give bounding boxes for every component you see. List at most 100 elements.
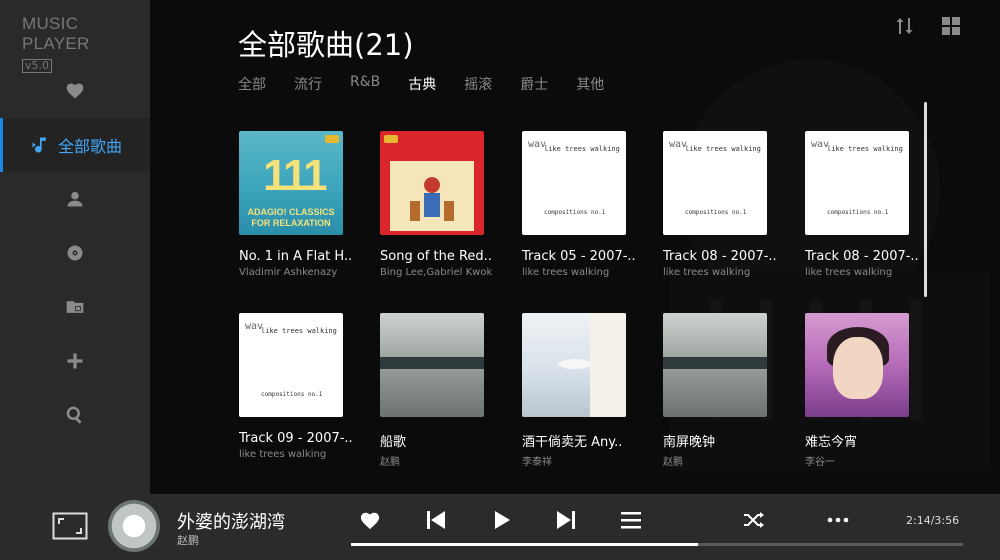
music-note-icon (32, 137, 46, 153)
song-artist: 赵鹏 (380, 457, 400, 468)
sort-icon[interactable] (895, 16, 915, 36)
sidebar-item-folders[interactable] (0, 280, 150, 334)
song-card[interactable]: 酒干倘卖无 Any.. 李泰祥 (522, 313, 642, 468)
song-title: Track 09 - 2007-.. (239, 431, 353, 446)
more-dots-icon (827, 517, 849, 523)
sidebar-item-artists[interactable] (0, 172, 150, 226)
album-cover (522, 313, 626, 417)
play-icon (495, 511, 510, 529)
page-title: 全部歌曲(21) (238, 28, 414, 62)
cover-line1: like trees walking (544, 145, 620, 153)
previous-button[interactable] (424, 508, 448, 532)
sidebar-item-all-songs[interactable]: 全部歌曲 (0, 118, 150, 172)
song-card[interactable]: wav like trees walking compositions no.1… (663, 131, 783, 278)
playlist-button[interactable] (619, 508, 643, 532)
shuffle-button[interactable] (742, 508, 766, 532)
song-artist: 李泰祥 (522, 457, 552, 468)
album-cover: wav like trees walking compositions no.1 (805, 131, 909, 235)
heart-icon (360, 512, 380, 530)
main-content: 全部歌曲(21) 全部 流行 R&B 古典 摇滚 爵士 其他 111 ADAGI… (150, 0, 1000, 494)
song-card[interactable]: Song of the Red.. Bing Lee,Gabriel Kwok (380, 131, 500, 278)
cover-band (380, 357, 484, 369)
now-playing-artist: 赵鹏 (177, 534, 199, 547)
disc-icon (67, 245, 83, 261)
menu-list-icon (621, 512, 641, 529)
now-playing-title: 外婆的澎湖湾 (177, 512, 285, 533)
song-artist: like trees walking (239, 449, 327, 460)
album-cover: 111 ADAGIO! CLASSICS FOR RELAXATION (239, 131, 343, 235)
sidebar-item-albums[interactable] (0, 226, 150, 280)
cover-subtitle: ADAGIO! CLASSICS FOR RELAXATION (247, 207, 335, 228)
cover-line2: compositions no.1 (827, 209, 889, 216)
album-cover (805, 313, 909, 417)
cover-badge (384, 135, 398, 143)
song-card[interactable]: wav like trees walking compositions no.1… (239, 313, 359, 460)
tab-classical[interactable]: 古典 (408, 74, 436, 94)
song-card[interactable]: 船歌 赵鹏 (380, 313, 500, 468)
song-card[interactable]: 难忘今宵 李谷一 (805, 313, 925, 468)
more-button[interactable] (826, 508, 850, 532)
song-title: Song of the Red.. (380, 249, 492, 264)
album-cover (380, 131, 484, 235)
cover-line2: compositions no.1 (261, 391, 323, 398)
album-cover: wav like trees walking compositions no.1 (663, 131, 767, 235)
cover-number: 111 (263, 151, 328, 200)
play-button[interactable] (490, 508, 514, 532)
song-card[interactable]: wav like trees walking compositions no.1… (805, 131, 925, 278)
song-title: 南屏晚钟 (663, 435, 716, 450)
now-playing-artwork[interactable] (108, 500, 160, 552)
search-icon (66, 406, 82, 424)
fullscreen-button[interactable] (52, 512, 88, 540)
app-name: MUSIC PLAYER (22, 14, 90, 53)
album-cover (663, 313, 767, 417)
playback-time: 2:14/3:56 (906, 514, 960, 527)
song-artist: like trees walking (522, 267, 610, 278)
shuffle-icon (744, 512, 764, 528)
song-title: No. 1 in A Flat H.. (239, 249, 353, 264)
song-artist: like trees walking (663, 267, 751, 278)
tab-pop[interactable]: 流行 (294, 74, 322, 94)
cover-badge (325, 135, 339, 143)
tab-rock[interactable]: 摇滚 (464, 74, 492, 94)
skip-previous-icon (427, 511, 445, 529)
sidebar-item-add[interactable] (0, 334, 150, 388)
person-icon (67, 191, 83, 207)
sidebar-item-search[interactable] (0, 388, 150, 442)
album-cover (380, 313, 484, 417)
song-title: 难忘今宵 (805, 435, 858, 450)
song-title: Track 05 - 2007-.. (522, 249, 636, 264)
cover-band (663, 357, 767, 369)
folder-icon (66, 301, 84, 313)
grid-view-icon[interactable] (941, 16, 961, 36)
progress-fill (351, 543, 698, 546)
song-artist: like trees walking (805, 267, 893, 278)
tab-other[interactable]: 其他 (576, 74, 604, 94)
cover-strip (590, 313, 626, 417)
tab-all[interactable]: 全部 (238, 74, 266, 94)
player-bar: 外婆的澎湖湾 赵鹏 2:14/3:56 (0, 494, 1000, 560)
fullscreen-icon (52, 512, 88, 540)
progress-bar[interactable] (351, 543, 963, 546)
cover-ship (558, 359, 592, 369)
song-title: Track 08 - 2007-.. (805, 249, 919, 264)
favorite-button[interactable] (358, 508, 382, 532)
cover-line1: like trees walking (685, 145, 761, 153)
cover-line2: compositions no.1 (685, 209, 747, 216)
album-cover: wav like trees walking compositions no.1 (239, 313, 343, 417)
next-button[interactable] (554, 508, 578, 532)
tab-jazz[interactable]: 爵士 (520, 74, 548, 94)
cover-artwork (390, 161, 474, 231)
skip-next-icon (557, 511, 575, 529)
song-title: Track 08 - 2007-.. (663, 249, 777, 264)
album-cover: wav like trees walking compositions no.1 (522, 131, 626, 235)
song-artist: 李谷一 (805, 457, 835, 468)
sidebar: MUSIC PLAYER v5.0 全部歌曲 (0, 0, 150, 494)
song-card[interactable]: 111 ADAGIO! CLASSICS FOR RELAXATION No. … (239, 131, 359, 278)
cover-face (833, 337, 883, 399)
sidebar-item-label: 全部歌曲 (58, 137, 123, 156)
sidebar-item-favorites[interactable] (0, 64, 150, 118)
song-card[interactable]: wav like trees walking compositions no.1… (522, 131, 642, 278)
tab-rnb[interactable]: R&B (350, 74, 380, 94)
song-card[interactable]: 南屏晚钟 赵鹏 (663, 313, 783, 468)
song-artist: Bing Lee,Gabriel Kwok (380, 267, 493, 278)
